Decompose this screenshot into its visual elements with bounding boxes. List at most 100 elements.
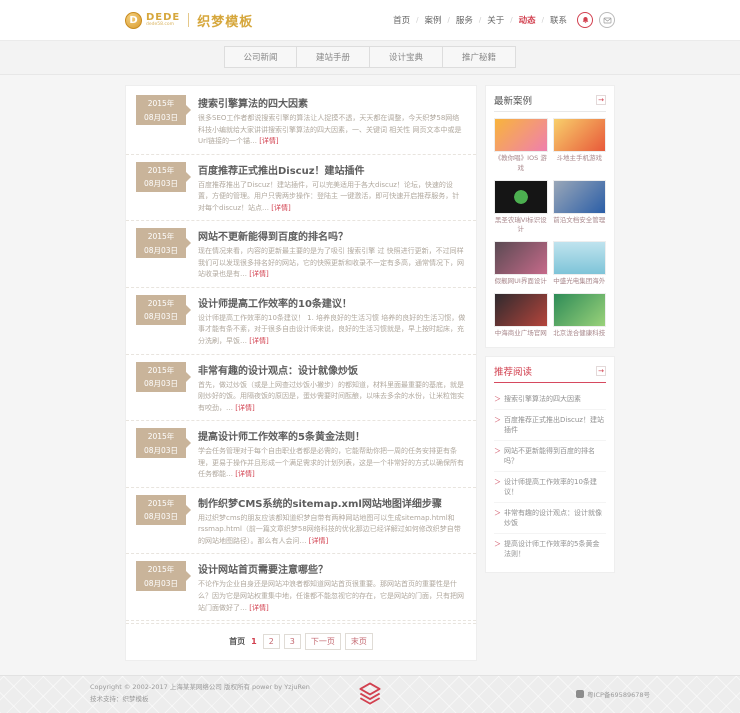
nav-separator: / [416, 16, 418, 24]
case-item[interactable]: 中盛光电集团海外 [553, 241, 607, 287]
article-row[interactable]: 2015年08月03日 设计师提高工作效率的10条建议！ 设计师提高工作效率的1… [126, 288, 476, 355]
recommended-link[interactable]: ＞ 提高设计师工作效率的5条黄金法则！ [494, 534, 606, 564]
article-row[interactable]: 2015年08月03日 非常有趣的设计观点：设计就像炒饭 首先，做过炒饭（或是上… [126, 355, 476, 422]
reads-more-arrow-icon[interactable]: → [596, 366, 606, 376]
nav-item-services[interactable]: 服务 [456, 14, 473, 26]
subnav-tab-promotion[interactable]: 推广秘籍 [443, 46, 516, 68]
case-caption: 斗地主手机游戏 [553, 154, 607, 164]
case-item[interactable]: 《教你唱》IOS 游戏 [494, 118, 548, 174]
subnav-tab-company-news[interactable]: 公司新闻 [224, 46, 297, 68]
article-title[interactable]: 非常有趣的设计观点：设计就像炒饭 [198, 362, 466, 377]
date-badge: 2015年08月03日 [136, 561, 186, 591]
article-row[interactable]: 2015年08月03日 设计网站首页需要注意哪些？ 不论作为企业自身还是网站冲浪… [126, 554, 476, 621]
recommended-link[interactable]: ＞ 搜索引擎算法的四大因素 [494, 389, 606, 410]
article-summary: 百度推荐推出了Discuz！建站插件，可以完美适用于各大discuz！论坛，快速… [198, 180, 466, 215]
read-more-link[interactable]: [详情] [249, 604, 268, 612]
case-thumbnail[interactable] [494, 118, 548, 152]
date-badge: 2015年08月03日 [136, 228, 186, 258]
nav-separator: / [479, 16, 481, 24]
nav-separator: / [510, 16, 512, 24]
recommended-link[interactable]: ＞ 非常有趣的设计观点：设计就像炒饭 [494, 503, 606, 534]
read-more-link[interactable]: [详情] [249, 270, 268, 278]
case-thumbnail[interactable] [553, 241, 607, 275]
chevron-right-icon: ＞ [494, 477, 501, 497]
latest-cases-title: 最新案例 [494, 93, 532, 107]
article-row[interactable]: 2015年08月03日 百度推荐正式推出Discuz！建站插件 百度推荐推出了D… [126, 155, 476, 222]
article-row[interactable]: 2015年08月03日 提高设计师工作效率的5条黄金法则！ 学会任务管理对于每个… [126, 421, 476, 488]
article-title[interactable]: 百度推荐正式推出Discuz！建站插件 [198, 162, 466, 177]
mail-icon[interactable] [599, 12, 615, 28]
site-name: 织梦模板 [197, 11, 253, 30]
pagination-home[interactable]: 首页 [229, 636, 245, 647]
site-logo[interactable]: D DEDE dede58.com 织梦模板 [125, 11, 253, 30]
date-badge: 2015年08月03日 [136, 295, 186, 325]
case-thumbnail[interactable] [494, 293, 548, 327]
case-thumbnail[interactable] [494, 180, 548, 214]
recommended-link[interactable]: ＞ 百度推荐正式推出Discuz！建站插件 [494, 410, 606, 441]
case-item[interactable]: 前沿文档安全管理 [553, 180, 607, 236]
date-badge: 2015年08月03日 [136, 95, 186, 125]
article-title[interactable]: 制作织梦CMS系统的sitemap.xml网站地图详细步骤 [198, 495, 466, 510]
icp-record[interactable]: 粤ICP备69589678号 [576, 689, 650, 699]
read-more-link[interactable]: [详情] [235, 404, 254, 412]
case-thumbnail[interactable] [553, 180, 607, 214]
article-title[interactable]: 设计师提高工作效率的10条建议！ [198, 295, 466, 310]
copyright-text: Copyright © 2002-2017 上海某某网络公司 版权所有 powe… [90, 682, 310, 694]
nav-item-home[interactable]: 首页 [393, 14, 410, 26]
read-more-link[interactable]: [详情] [235, 470, 254, 478]
recommended-link[interactable]: ＞ 设计师提高工作效率的10条建议！ [494, 472, 606, 503]
read-more-link[interactable]: [详情] [271, 204, 290, 212]
subnav-tab-site-manual[interactable]: 建站手册 [297, 46, 370, 68]
coin-logo-icon: D [125, 12, 142, 29]
article-row[interactable]: 2015年08月03日 网站不更新能得到百度的排名吗？ 现在情况来看，内容的更新… [126, 221, 476, 288]
case-thumbnail[interactable] [553, 293, 607, 327]
case-caption: 黑圣农瑞VI标识设计 [494, 216, 548, 236]
read-more-link[interactable]: [详情] [259, 137, 278, 145]
nav-item-news-active[interactable]: 动态 [519, 14, 536, 26]
nav-separator: / [448, 16, 450, 24]
date-badge: 2015年08月03日 [136, 428, 186, 458]
article-list: 2015年08月03日 搜索引擎算法的四大因素 很多SEO工作者都说搜索引擎的算… [125, 85, 477, 661]
article-row[interactable]: 2015年08月03日 制作织梦CMS系统的sitemap.xml网站地图详细步… [126, 488, 476, 555]
article-summary: 首先，做过炒饭（或是上网查过炒饭小撇步）的都知道，材料里面最重要的基底，就是刚炒… [198, 380, 466, 415]
case-caption: 中海商业广场官网 [494, 329, 548, 339]
nav-item-cases[interactable]: 案例 [424, 14, 441, 26]
case-item[interactable]: 斗地主手机游戏 [553, 118, 607, 174]
article-title[interactable]: 搜索引擎算法的四大因素 [198, 95, 466, 110]
cases-more-arrow-icon[interactable]: → [596, 95, 606, 105]
case-item[interactable]: 黑圣农瑞VI标识设计 [494, 180, 548, 236]
read-more-link[interactable]: [详情] [309, 537, 328, 545]
case-item[interactable]: 中海商业广场官网 [494, 293, 548, 339]
article-row[interactable]: 2015年08月03日 搜索引擎算法的四大因素 很多SEO工作者都说搜索引擎的算… [126, 88, 476, 155]
nav-item-contact[interactable]: 联系 [550, 14, 567, 26]
pagination-page-3[interactable]: 3 [284, 634, 301, 649]
case-caption: 《教你唱》IOS 游戏 [494, 154, 548, 174]
pagination-current-page: 1 [249, 637, 259, 646]
case-caption: 假靓网UI界面设计 [494, 277, 548, 287]
date-badge: 2015年08月03日 [136, 495, 186, 525]
category-subnav: 公司新闻 建站手册 设计宝典 推广秘籍 [0, 40, 740, 75]
case-thumbnail[interactable] [494, 241, 548, 275]
pagination-next[interactable]: 下一页 [305, 633, 341, 650]
subnav-tab-design-tips[interactable]: 设计宝典 [370, 46, 443, 68]
pagination-last[interactable]: 末页 [345, 633, 373, 650]
article-title[interactable]: 网站不更新能得到百度的排名吗？ [198, 228, 466, 243]
sidebar: 最新案例 → 《教你唱》IOS 游戏 斗地主手机游戏 黑圣农瑞VI标识设计 [485, 85, 615, 573]
nav-item-about[interactable]: 关于 [487, 14, 504, 26]
case-item[interactable]: 北京泷合健康科技 [553, 293, 607, 339]
notification-bell-icon[interactable] [577, 12, 593, 28]
article-summary: 现在情况来看，内容的更新最主要的是为了吸引 搜索引擎 过 快照进行更新，不过同样… [198, 246, 466, 281]
latest-cases-card: 最新案例 → 《教你唱》IOS 游戏 斗地主手机游戏 黑圣农瑞VI标识设计 [485, 85, 615, 348]
article-summary: 用过织梦cms的朋友应该都知道织梦自带有两种网站地图可以生成sitemap.ht… [198, 513, 466, 548]
article-summary: 不论作为企业自身还是网站冲浪者都知道网站首页很重要。那网站首页的重要性是什么？因… [198, 579, 466, 614]
article-title[interactable]: 提高设计师工作效率的5条黄金法则！ [198, 428, 466, 443]
case-thumbnail[interactable] [553, 118, 607, 152]
chevron-right-icon: ＞ [494, 394, 501, 404]
recommended-link[interactable]: ＞ 网站不更新能得到百度的排名吗？ [494, 441, 606, 472]
header: D DEDE dede58.com 织梦模板 首页 / 案例 / 服务 / 关于… [0, 0, 740, 40]
read-more-link[interactable]: [详情] [249, 337, 268, 345]
icp-badge-icon [576, 690, 584, 698]
case-item[interactable]: 假靓网UI界面设计 [494, 241, 548, 287]
pagination-page-2[interactable]: 2 [263, 634, 280, 649]
article-title[interactable]: 设计网站首页需要注意哪些？ [198, 561, 466, 576]
